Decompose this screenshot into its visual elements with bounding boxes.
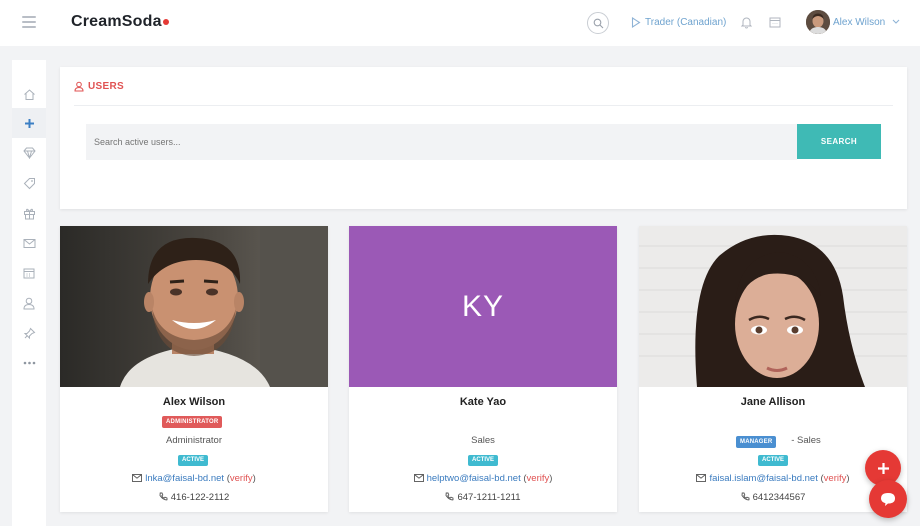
brand-dot (162, 19, 169, 25)
phone-line: 647-1211-1211 (349, 492, 617, 503)
divider (74, 105, 893, 106)
panel-header: USERS (74, 81, 124, 92)
home-icon (23, 88, 35, 100)
user-name[interactable]: Jane Allison (639, 396, 907, 408)
role-text: Sales (471, 435, 495, 446)
email-line: helptwo@faisal-bd.net (verify) (349, 473, 617, 484)
initials-avatar: KY (349, 226, 617, 387)
user-card[interactable]: Alex Wilson ADMINISTRATOR Administrator … (60, 226, 328, 512)
user-name[interactable]: Alex Wilson (60, 396, 328, 408)
user-icon (74, 81, 84, 92)
phone-number: 416-122-2112 (170, 492, 230, 503)
phone-icon (159, 492, 168, 501)
email-link[interactable]: faisal.islam@faisal-bd.net (709, 473, 817, 484)
sidebar-item-diamond[interactable] (12, 138, 46, 168)
mail-icon (23, 238, 35, 248)
verify-link[interactable]: verify (824, 473, 847, 484)
sidebar-item-pin[interactable] (12, 318, 46, 348)
calendar-icon[interactable] (769, 16, 781, 28)
sidebar-item-calendar[interactable] (12, 258, 46, 288)
sidebar-item-add[interactable] (12, 108, 46, 138)
sidebar-item-gifts[interactable] (12, 198, 46, 228)
user-photo (639, 226, 907, 387)
role-text: - Sales (791, 435, 821, 446)
bell-icon[interactable] (741, 16, 752, 29)
pin-icon (23, 327, 35, 339)
sidebar-item-home[interactable] (12, 79, 46, 109)
mail-icon (413, 474, 424, 482)
more-icon (23, 361, 35, 365)
mode-switch-link[interactable]: Trader (Canadian) (645, 17, 726, 28)
search-icon (593, 18, 604, 29)
phone-icon (741, 492, 750, 501)
user-icon (23, 297, 35, 309)
brand-name: CreamSoda (71, 13, 162, 30)
email-link[interactable]: lnka@faisal-bd.net (145, 473, 224, 484)
search-button[interactable]: SEARCH (797, 124, 881, 159)
status-badge: ACTIVE (178, 455, 209, 466)
avatar-portrait (806, 10, 830, 34)
email-link[interactable]: helptwo@faisal-bd.net (427, 473, 521, 484)
plus-icon (877, 462, 889, 474)
email-line: lnka@faisal-bd.net (verify) (60, 473, 328, 484)
user-name[interactable]: Alex Wilson (833, 17, 885, 28)
plus-icon (24, 118, 34, 128)
user-photo (60, 226, 328, 387)
panel-title: USERS (88, 81, 124, 92)
sidebar-item-tags[interactable] (12, 168, 46, 198)
phone-line: 6412344567 (639, 492, 907, 503)
user-name[interactable]: Kate Yao (349, 396, 617, 408)
verify-link[interactable]: verify (230, 473, 253, 484)
sidebar-item-more[interactable] (12, 348, 46, 378)
status-badge: ACTIVE (468, 455, 499, 466)
chevron-down-icon[interactable] (892, 19, 900, 25)
chat-bubble-icon (881, 492, 895, 506)
global-search-button[interactable] (587, 12, 609, 34)
chat-fab-button[interactable] (869, 480, 907, 518)
gift-icon (23, 208, 35, 219)
user-card[interactable]: KY Kate Yao Sales ACTIVE helptwo@faisal-… (349, 226, 617, 512)
diamond-icon (22, 147, 36, 159)
calendar-icon (23, 268, 35, 279)
user-avatar[interactable] (806, 10, 830, 34)
hamburger-menu-icon[interactable] (22, 16, 36, 28)
mail-icon (132, 474, 143, 482)
status-badge: ACTIVE (758, 455, 789, 466)
tag-icon (23, 177, 35, 189)
sidebar (12, 60, 46, 526)
phone-line: 416-122-2112 (60, 492, 328, 503)
brand-logo[interactable]: CreamSoda (71, 13, 169, 31)
phone-number: 6412344567 (752, 492, 806, 503)
sidebar-item-users[interactable] (12, 288, 46, 318)
play-icon (631, 17, 641, 28)
search-input[interactable] (86, 124, 797, 160)
role-text: Administrator (166, 435, 222, 446)
phone-icon (446, 492, 454, 501)
sidebar-item-mail[interactable] (12, 228, 46, 258)
top-bar: CreamSoda Trader (Canadian) Alex Wilson (0, 0, 920, 46)
mail-icon (696, 474, 707, 482)
verify-link[interactable]: verify (527, 473, 550, 484)
role-badge: ADMINISTRATOR (162, 416, 223, 428)
phone-number: 647-1211-1211 (457, 492, 521, 503)
users-search-panel: USERS SEARCH (60, 67, 907, 209)
